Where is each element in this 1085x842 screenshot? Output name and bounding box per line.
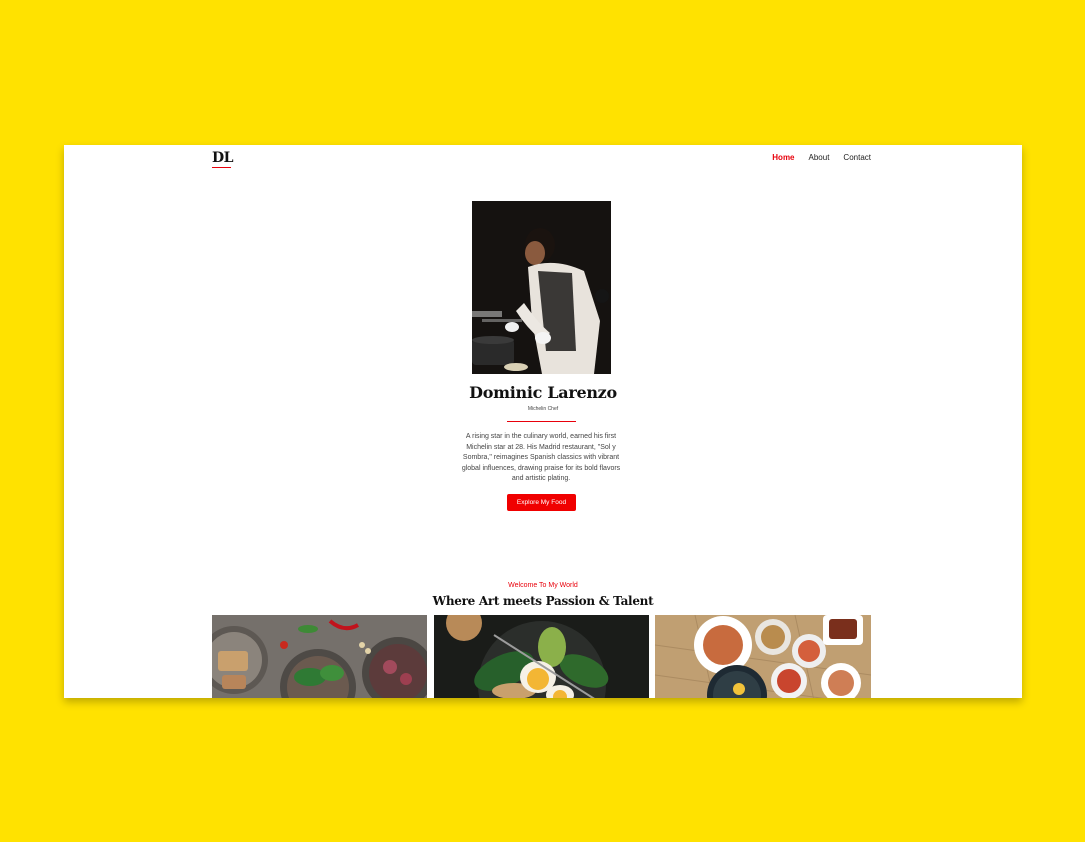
food-photo-3 (655, 615, 871, 698)
browser-page: DL Home About Contact Dominic Larenzo Mi… (64, 145, 1022, 698)
section-title: Where Art meets Passion & Talent (432, 594, 654, 608)
nav-link-home[interactable]: Home (772, 153, 794, 162)
main-nav: Home About Contact (772, 153, 871, 162)
chef-portrait (472, 201, 611, 374)
chef-name: Dominic Larenzo (469, 383, 617, 402)
food-photo-1 (212, 615, 427, 698)
logo-underline (212, 167, 231, 168)
nav-link-about[interactable]: About (809, 153, 830, 162)
chef-bio: A rising star in the culinary world, ear… (461, 433, 621, 482)
chef-role: Michelin Chef (527, 406, 559, 412)
explore-food-button[interactable]: Explore My Food (507, 494, 576, 511)
food-photo-2 (434, 615, 649, 698)
section-eyebrow: Welcome To My World (508, 582, 578, 589)
logo[interactable]: DL (212, 150, 233, 166)
nav-link-contact[interactable]: Contact (843, 153, 871, 162)
divider (507, 421, 576, 422)
